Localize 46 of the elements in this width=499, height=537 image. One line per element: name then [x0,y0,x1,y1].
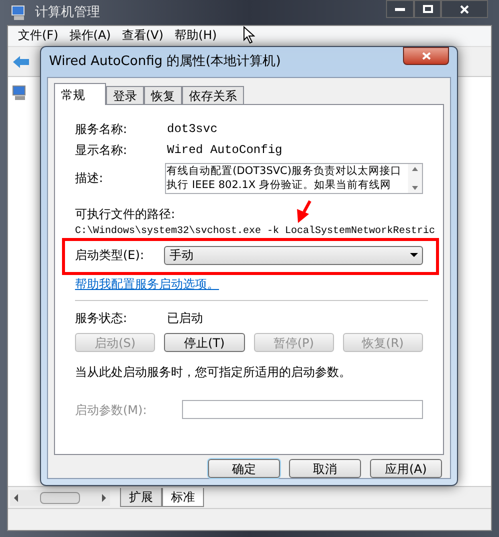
horizontal-scrollbar[interactable] [10,490,110,506]
dialog-button[interactable]: 停止(T) [164,333,244,352]
path-text: C:\Windows\system32\svchost.exe -k LocalSystemNetworkRestric [75,225,436,238]
path-label: 可执行文件的路径: [75,206,176,223]
close-button[interactable] [403,47,449,65]
dialog-button[interactable]: 确定 [208,459,280,478]
dialog-title: Wired AutoConfig 的属性(本地计算机) [49,53,281,72]
dialog-button[interactable]: 应用(A) [370,459,442,478]
close-icon [422,52,430,60]
tab[interactable]: 登录 [106,86,144,104]
view-tab[interactable]: 扩展 [120,488,162,507]
close-icon [460,4,469,14]
dropdown-arrow-icon [410,253,418,257]
minimize-button[interactable] [386,0,414,18]
scrollbar[interactable] [408,164,422,193]
menu-item[interactable]: 文件(F) [18,26,58,44]
window-title: 计算机管理 [35,4,100,22]
field-value: Wired AutoConfig [167,142,282,158]
menu-item[interactable]: 帮助(H) [174,26,217,44]
field-label: 服务名称: [75,120,128,138]
field-value: dot3svc [167,120,218,138]
tab[interactable]: 常规 [54,83,106,105]
tab[interactable]: 恢复 [144,86,182,104]
description-line: 执行 IEEE 802.1X 身份验证。如果当前有线网 [166,178,392,192]
field-label: 启动类型(E): [75,247,145,264]
description-line: 有线自动配置(DOT3SVC)服务负责对以太网接口 [166,164,402,178]
field-label: 启动参数(M): [75,402,148,418]
field-value: 已启动 [167,310,203,327]
help-link[interactable]: 帮助我配置服务启动选项。 [75,275,219,293]
description-box[interactable]: 有线自动配置(DOT3SVC)服务负责对以太网接口 执行 IEEE 802.1X 身份验证。如果当前有线网 [164,163,423,194]
view-tab[interactable]: 标准 [162,488,204,507]
computer-icon [11,4,27,20]
computer-icon [12,85,28,101]
menu-item[interactable]: 查看(V) [122,26,164,44]
tab[interactable]: 依存关系 [182,86,244,104]
arrow-drawing [296,200,312,224]
maximize-button[interactable] [414,0,441,18]
startup-type-dropdown[interactable]: 手动 [164,246,423,264]
back-arrow-icon[interactable] [12,54,30,68]
field-label: 描述: [75,170,104,187]
close-button[interactable] [441,0,488,18]
field-label: 服务状态: [75,310,128,327]
field-label: 显示名称: [75,142,128,158]
hint-text: 当从此处启动服务时，您可指定所适用的启动参数。 [75,364,352,381]
menu-item[interactable]: 操作(A) [69,26,111,44]
dialog-button[interactable]: 取消 [289,459,361,478]
